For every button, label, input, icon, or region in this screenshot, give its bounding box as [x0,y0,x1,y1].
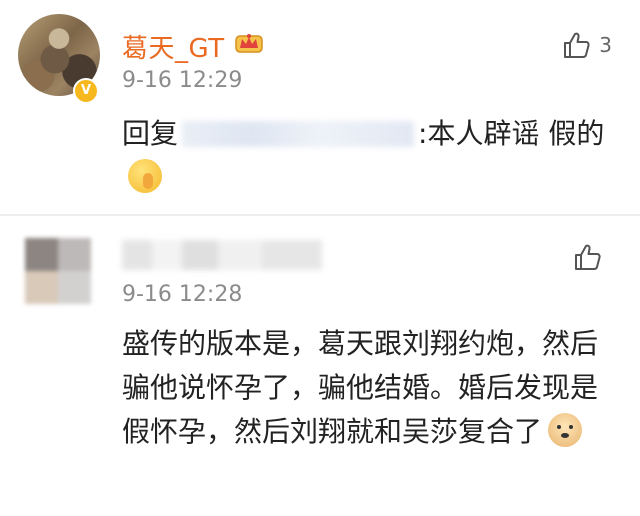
like-button[interactable] [572,242,610,272]
thumbs-up-icon [575,244,601,270]
like-count: 3 [599,33,612,57]
username-blurred[interactable] [122,240,322,270]
comment-text: 回复 :本人辟谣 假的 [122,112,612,200]
thumbs-up-icon [564,32,590,58]
doge-emoji [548,413,583,447]
shushing-face-emoji [128,159,162,193]
crown-icon [235,34,263,53]
avatar-blurred[interactable] [25,238,91,304]
verified-v-icon: V [73,78,99,104]
reply-prefix: 回复 [122,117,179,150]
comment-time: 9-16 12:29 [122,68,243,93]
comment-body: 盛传的版本是，葛天跟刘翔约炮，然后骗他说怀孕了，骗他结婚。婚后发现是假怀孕，然后… [122,327,599,448]
like-button[interactable]: 3 [561,30,612,60]
comment-item: V 葛天_GT 9-16 12:29 3 回复 :本人辟谣 假的 [0,0,640,215]
reply-body: :本人辟谣 假的 [418,117,605,150]
comment-text: 盛传的版本是，葛天跟刘翔约炮，然后骗他说怀孕了，骗他结婚。婚后发现是假怀孕，然后… [122,322,612,454]
username[interactable]: 葛天_GT [122,28,225,65]
mention-blurred [182,121,415,147]
comment-item: 9-16 12:28 盛传的版本是，葛天跟刘翔约炮，然后骗他说怀孕了，骗他结婚。… [0,216,640,516]
comment-time: 9-16 12:28 [122,282,243,307]
